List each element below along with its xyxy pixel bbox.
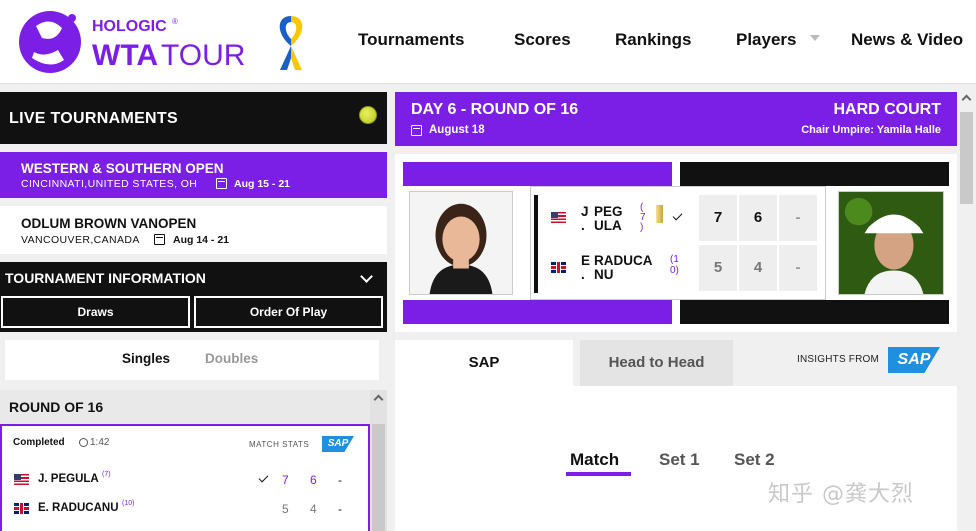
scoreboard-accent (534, 195, 538, 293)
winner-check-icon (672, 210, 683, 221)
nav-tournaments[interactable]: Tournaments (358, 30, 464, 50)
match-duration: 1:42 (90, 437, 110, 448)
ukraine-ribbon-icon (279, 16, 303, 70)
tournament-item-vanopen[interactable]: ODLUM BROWN VANOPEN VANCOUVER,CANADA Aug… (0, 206, 387, 254)
tennis-ball-icon (359, 106, 377, 124)
chevron-down-icon[interactable] (810, 35, 820, 41)
round-header: ROUND OF 16 (0, 390, 370, 424)
tournament-dates: Aug 15 - 21 (234, 178, 291, 190)
tournament-location: VANCOUVER,CANADA (21, 234, 140, 246)
right-scrollbar[interactable] (957, 92, 976, 531)
set-score: 7 (699, 195, 737, 241)
decor-bar (680, 300, 949, 324)
round-title: ROUND OF 16 (9, 399, 104, 415)
insights-from-label: INSIGHTS FROM (797, 354, 880, 365)
scroll-up-icon[interactable] (373, 394, 384, 405)
top-navigation: HOLOGIC ® WTA TOUR Tournaments Scores Ra… (0, 0, 976, 84)
nav-scores[interactable]: Scores (514, 30, 571, 50)
chevron-down-icon[interactable] (360, 270, 373, 283)
player-name: J. PEGULA (38, 473, 99, 485)
tournament-item-western-southern[interactable]: WESTERN & SOUTHERN OPEN CINCINNATI,UNITE… (0, 152, 387, 198)
scroll-up-icon[interactable] (961, 94, 972, 105)
wta-wordmark: WTA (92, 39, 158, 72)
tab-sap-match-stats[interactable]: SAP (395, 340, 573, 386)
winner-check-icon (258, 472, 269, 483)
court-surface: HARD COURT (833, 101, 941, 118)
decor-bar (403, 162, 672, 186)
player-seed: (10) (122, 500, 135, 507)
subtab-set-1[interactable]: Set 1 (659, 450, 700, 470)
sap-logo: SAP (322, 436, 354, 452)
usa-flag-icon (14, 474, 29, 485)
match-header: DAY 6 - ROUND OF 16 August 18 HARD COURT… (395, 92, 957, 146)
scroll-thumb[interactable] (372, 424, 385, 531)
tournament-location: CINCINNATI,UNITED STATES, OH (21, 178, 198, 190)
match-card[interactable]: Completed 1:42 MATCH STATS SAP J. PEGULA… (0, 424, 370, 531)
decor-bar (680, 162, 949, 186)
hologic-wordmark: HOLOGIC (92, 18, 167, 35)
left-scrollbar[interactable] (370, 390, 387, 531)
set-score: - (779, 195, 817, 241)
active-tab-underline (566, 472, 631, 476)
player-seed: (1 (670, 254, 679, 265)
subtab-match[interactable]: Match (570, 450, 619, 470)
usa-flag-icon (551, 212, 566, 223)
match-stats-label[interactable]: MATCH STATS (249, 440, 309, 449)
set-score: 6 (310, 473, 317, 487)
calendar-icon (154, 234, 165, 245)
draws-button[interactable]: Draws (1, 296, 190, 328)
match-status: Completed (13, 437, 65, 448)
nav-players[interactable]: Players (736, 30, 797, 50)
player-first-initial: E (581, 253, 591, 268)
nav-rankings[interactable]: Rankings (615, 30, 692, 50)
set-score: - (338, 473, 342, 487)
player-name: E. RADUCANU (38, 502, 119, 514)
subtab-set-2[interactable]: Set 2 (734, 450, 775, 470)
set-score: 6 (739, 195, 777, 241)
player-surname: PEG (594, 204, 623, 219)
set-score: 7 (282, 473, 289, 487)
player-seed: (7) (102, 471, 111, 478)
set-score: - (779, 245, 817, 291)
draw-type-tabs: Singles Doubles (5, 340, 379, 380)
order-of-play-button[interactable]: Order Of Play (194, 296, 383, 328)
clock-icon (79, 438, 88, 447)
match-round: DAY 6 - ROUND OF 16 (411, 101, 579, 118)
uk-flag-icon (551, 262, 566, 273)
serving-indicator (656, 205, 663, 223)
uk-flag-icon (14, 503, 29, 514)
scoreboard: J . PEG ULA ( 7 ) 7 6 - E . RADUCA NU (1… (530, 186, 826, 300)
player-first-initial: J (581, 204, 589, 219)
tournament-information-title: TOURNAMENT INFORMATION (5, 270, 206, 286)
set-score: 5 (282, 502, 289, 516)
tour-wordmark: TOUR (161, 39, 245, 72)
match-date: August 18 (429, 124, 485, 136)
set-score: 5 (699, 245, 737, 291)
svg-text:®: ® (172, 17, 178, 26)
tournament-name: ODLUM BROWN VANOPEN (21, 216, 197, 231)
tournament-name: WESTERN & SOUTHERN OPEN (21, 161, 224, 176)
tab-doubles[interactable]: Doubles (205, 351, 258, 366)
set-score: 4 (739, 245, 777, 291)
nav-news-video[interactable]: News & Video (851, 30, 963, 50)
wta-tour-logo[interactable]: HOLOGIC ® WTA TOUR (14, 4, 254, 80)
live-tournaments-title: LIVE TOURNAMENTS (9, 110, 178, 127)
player-photo-raducanu (838, 191, 944, 295)
calendar-icon (411, 125, 422, 136)
tournament-dates: Aug 14 - 21 (173, 234, 230, 246)
set-score: 4 (310, 502, 317, 516)
tab-singles[interactable]: Singles (122, 351, 170, 366)
live-tournaments-header: LIVE TOURNAMENTS (0, 92, 387, 144)
chair-umpire: Chair Umpire: Yamila Halle (801, 124, 941, 136)
calendar-icon (216, 178, 227, 189)
tab-head-to-head[interactable]: Head to Head (580, 340, 733, 386)
set-score: - (338, 502, 342, 516)
scroll-thumb[interactable] (960, 112, 973, 204)
decor-bar (403, 300, 672, 324)
player-photo-pegula (409, 191, 513, 295)
watermark: 知乎 @龚大烈 (768, 482, 914, 507)
player-surname: RADUCA (594, 253, 653, 268)
